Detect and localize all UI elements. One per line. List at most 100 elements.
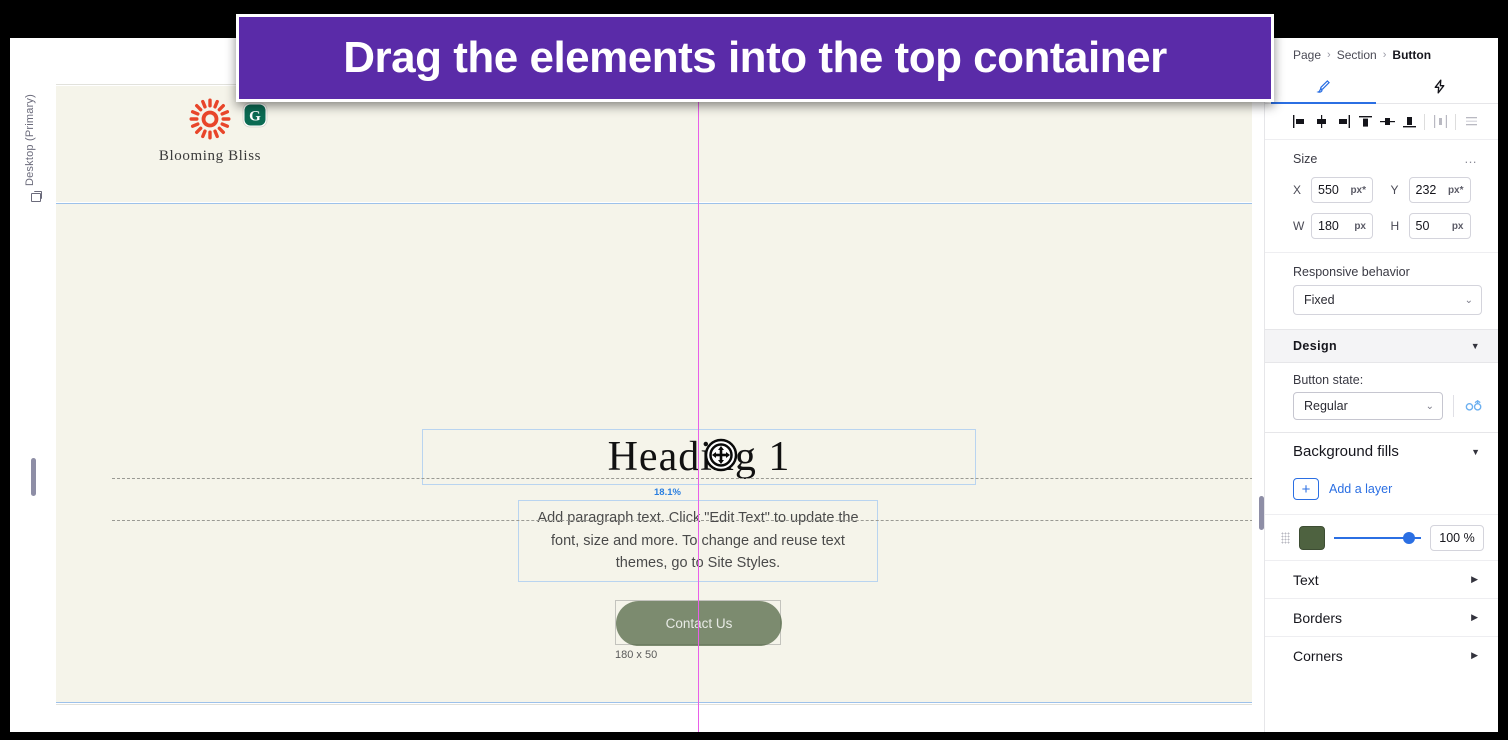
dragged-size-label: 180 x 50 [615,649,658,661]
align-center-vertical-icon[interactable] [1377,112,1397,132]
slider-knob[interactable] [1403,531,1415,544]
breadcrumb-section[interactable]: Section [1337,48,1377,62]
device-label: Desktop (Primary) [24,94,36,187]
w-input[interactable]: 180 px [1311,213,1373,239]
design-section-title: Design [1293,339,1338,353]
heading-element[interactable]: Heading 1 [422,429,976,485]
opacity-slider[interactable] [1334,531,1421,545]
guide-line-bottom [112,520,1252,521]
fill-layer-row: 100 % [1265,514,1498,560]
canvas-resize-handle-left[interactable] [31,458,36,496]
responsive-behavior-select[interactable]: Fixed ⌄ [1293,285,1482,315]
tab-interactions[interactable] [1382,72,1499,103]
design-section-header[interactable]: Design ▼ [1265,329,1498,363]
add-layer-button[interactable]: + Add a layer [1265,470,1498,514]
align-center-horizontal-icon[interactable] [1311,112,1331,132]
left-rail: Desktop (Primary) [10,38,56,732]
corners-section-label: Corners [1293,647,1343,664]
site-preview: Blooming Bliss G Home Contact Us [56,59,1252,732]
w-field-group: W 180 px [1293,213,1385,239]
add-layer-label: Add a layer [1329,482,1393,496]
button-state-select[interactable]: Regular ⌄ [1293,392,1443,420]
y-unit: px* [1447,184,1464,196]
guide-line-top [112,478,1252,479]
button-state-label: Button state: [1293,373,1364,387]
distribute-vertical-icon[interactable] [1461,112,1481,132]
opacity-input[interactable]: 100 % [1430,524,1484,551]
distribute-horizontal-icon[interactable] [1430,112,1450,132]
spacing-percent-label: 18.1% [654,487,681,498]
y-label: Y [1390,183,1399,197]
chevron-down-icon: ▼ [1471,446,1480,457]
button-state-row: Regular ⌄ [1265,392,1498,432]
chevron-down-icon: ⌄ [1464,294,1473,306]
align-bottom-icon[interactable] [1399,112,1419,132]
background-fills-header[interactable]: Background fills ▼ [1265,432,1498,470]
responsive-behavior-label: Responsive behavior [1293,265,1410,279]
tab-design[interactable] [1265,72,1382,104]
chevron-right-icon: ▶ [1471,650,1478,660]
canvas[interactable]: Blooming Bliss G Home Contact Us [56,38,1252,732]
align-left-icon[interactable] [1289,112,1309,132]
align-top-icon[interactable] [1355,112,1375,132]
panel-tabs [1265,72,1498,104]
svg-text:G: G [249,109,261,125]
h-label: H [1390,219,1400,233]
breadcrumb: Page › Section › Button [1265,38,1498,72]
x-field-group: X 550 px* [1293,177,1385,203]
plus-icon: + [1293,478,1319,500]
x-label: X [1293,183,1302,197]
background-fills-title: Background fills [1293,443,1399,460]
brand-block[interactable]: Blooming Bliss [120,98,300,165]
corners-section-row[interactable]: Corners ▶ [1265,636,1498,674]
y-input[interactable]: 232 px* [1408,177,1471,203]
h-input[interactable]: 50 px [1408,213,1471,239]
wh-row: W 180 px H 50 px [1265,208,1498,244]
responsive-behavior-value: Fixed [1304,293,1335,307]
properties-panel: Page › Section › Button Size … X 550 px*… [1264,38,1498,732]
h-unit: px [1451,220,1464,232]
h-field-group: H 50 px [1391,213,1483,239]
site-section-body[interactable]: Heading 1 18.1% Add paragraph text. Clic… [56,203,1252,703]
editor-window: Desktop (Primary) Blooming Bliss G Headi… [10,38,1498,732]
chevron-right-icon: ▶ [1471,574,1478,584]
w-label: W [1293,219,1305,233]
breadcrumb-button[interactable]: Button [1392,48,1431,62]
size-more-options-icon[interactable]: … [1464,151,1478,166]
h-value: 50 [1415,219,1430,233]
flower-burst-icon [189,98,231,140]
y-value: 232 [1415,183,1437,197]
breadcrumb-separator-icon: › [1382,49,1387,61]
chevron-down-icon: ▼ [1470,341,1480,351]
chevron-right-icon: ▶ [1471,612,1478,622]
drag-grip-icon[interactable] [1281,531,1290,544]
x-unit: px* [1350,184,1366,196]
dragged-contact-us-button[interactable]: Contact Us [616,601,782,646]
screenshot-root: Desktop (Primary) Blooming Bliss G Headi… [0,0,1508,740]
site-header: Blooming Bliss G Home Contact Us [56,86,1252,248]
g-badge-icon[interactable]: G [242,102,268,128]
text-section-label: Text [1293,571,1319,588]
xy-row: X 550 px* Y 232 px* [1265,172,1498,208]
borders-section-row[interactable]: Borders ▶ [1265,598,1498,636]
brand-name: Blooming Bliss [158,148,262,164]
sync-reset-icon[interactable] [1464,397,1484,416]
text-section-row[interactable]: Text ▶ [1265,560,1498,598]
breadcrumb-page[interactable]: Page [1293,48,1321,62]
align-right-icon[interactable] [1333,112,1353,132]
fill-color-swatch[interactable] [1299,525,1325,550]
w-value: 180 [1318,219,1339,233]
chevron-down-icon: ⌄ [1425,400,1434,412]
site-footer: © 2035 by Business Name. Built on Wix St… [56,704,1252,732]
size-section-header: Size … [1265,140,1498,172]
paintbrush-icon [1315,78,1332,98]
toolbar-divider [1455,113,1456,130]
x-input[interactable]: 550 px* [1311,177,1373,203]
vertical-dashed-guide [698,263,699,483]
monitor-icon [31,191,42,202]
move-cursor-icon [704,438,738,472]
x-value: 550 [1318,183,1339,197]
borders-section-label: Borders [1293,609,1343,626]
w-unit: px [1354,220,1366,232]
